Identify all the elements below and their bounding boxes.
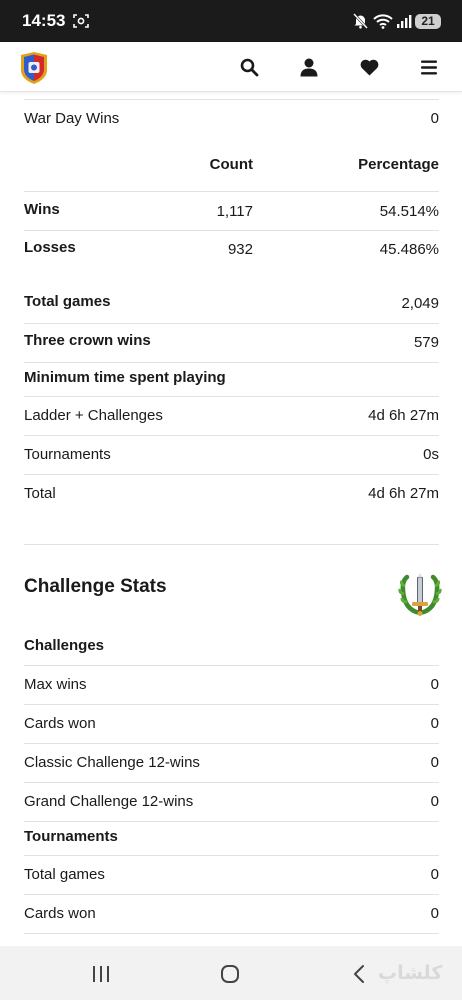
war-day-wins-value: 0 [430,110,439,127]
tournament-cards-won-value: 0 [430,905,439,922]
losses-label: Losses [24,239,76,256]
grand-challenge-label: Grand Challenge 12-wins [24,793,194,810]
count-header: Count [209,156,253,173]
time-played-title: Minimum time spent playing [24,369,226,386]
divider [24,230,439,231]
total-time-label: Total [24,485,56,502]
divider [24,435,439,436]
heart-icon[interactable] [357,55,381,79]
battery-indicator: 21 [415,14,441,29]
percentage-header: Percentage [358,156,439,173]
divider [24,191,439,192]
challenge-stats-title: Challenge Stats [24,576,167,597]
home-icon[interactable] [217,962,243,986]
classic-challenge-value: 0 [430,754,439,771]
divider [24,855,439,856]
classic-challenge-label: Classic Challenge 12-wins [24,754,200,771]
divider [24,704,439,705]
recent-apps-icon[interactable] [88,962,114,986]
tournament-cards-won-label: Cards won [24,905,96,922]
tournaments-title: Tournaments [24,828,118,845]
menu-icon[interactable] [417,55,441,79]
wins-percentage: 54.514% [379,203,439,220]
laurel-sword-icon [398,572,442,623]
tournaments-time-label: Tournaments [24,446,111,463]
royale-logo-icon[interactable] [18,51,50,90]
max-wins-value: 0 [430,676,439,693]
divider [24,933,439,934]
wifi-icon [373,13,393,34]
losses-percentage: 45.486% [379,241,439,258]
tournament-total-games-label: Total games [24,866,105,883]
challenge-cards-won-label: Cards won [24,715,96,732]
signal-icon [396,14,412,33]
total-games-value: 2,049 [401,295,439,312]
page-content: War Day Wins 0 Count Percentage Wins 1,1… [0,93,462,946]
section-divider [24,544,439,545]
user-icon[interactable] [297,55,321,79]
divider [24,396,439,397]
divider [24,743,439,744]
total-games-label: Total games [24,293,111,310]
app-header [0,42,462,92]
status-bar: 14:53 21 [0,0,462,42]
divider [24,362,439,363]
ladder-challenges-label: Ladder + Challenges [24,407,163,424]
back-icon[interactable] [346,962,372,986]
divider [24,99,439,100]
wins-count: 1,117 [216,203,253,220]
losses-count: 932 [227,241,253,258]
status-time: 14:53 [22,11,66,30]
divider [24,474,439,475]
screenshot-icon [73,13,89,34]
wins-label: Wins [24,201,60,218]
challenges-title: Challenges [24,637,105,654]
divider [24,821,439,822]
three-crown-wins-label: Three crown wins [24,332,151,349]
divider [24,782,439,783]
three-crown-wins-value: 579 [413,334,439,351]
war-day-wins-label: War Day Wins [24,110,120,127]
grand-challenge-value: 0 [430,793,439,810]
tournaments-time-value: 0s [423,446,439,463]
total-time-value: 4d 6h 27m [368,485,439,502]
divider [24,665,439,666]
divider [24,894,439,895]
mute-icon [352,13,369,34]
tournament-total-games-value: 0 [430,866,439,883]
watermark-text: کلشاپ [378,962,443,984]
max-wins-label: Max wins [24,676,87,693]
divider [24,323,439,324]
ladder-challenges-value: 4d 6h 27m [368,407,439,424]
challenge-cards-won-value: 0 [430,715,439,732]
search-icon[interactable] [237,55,261,79]
